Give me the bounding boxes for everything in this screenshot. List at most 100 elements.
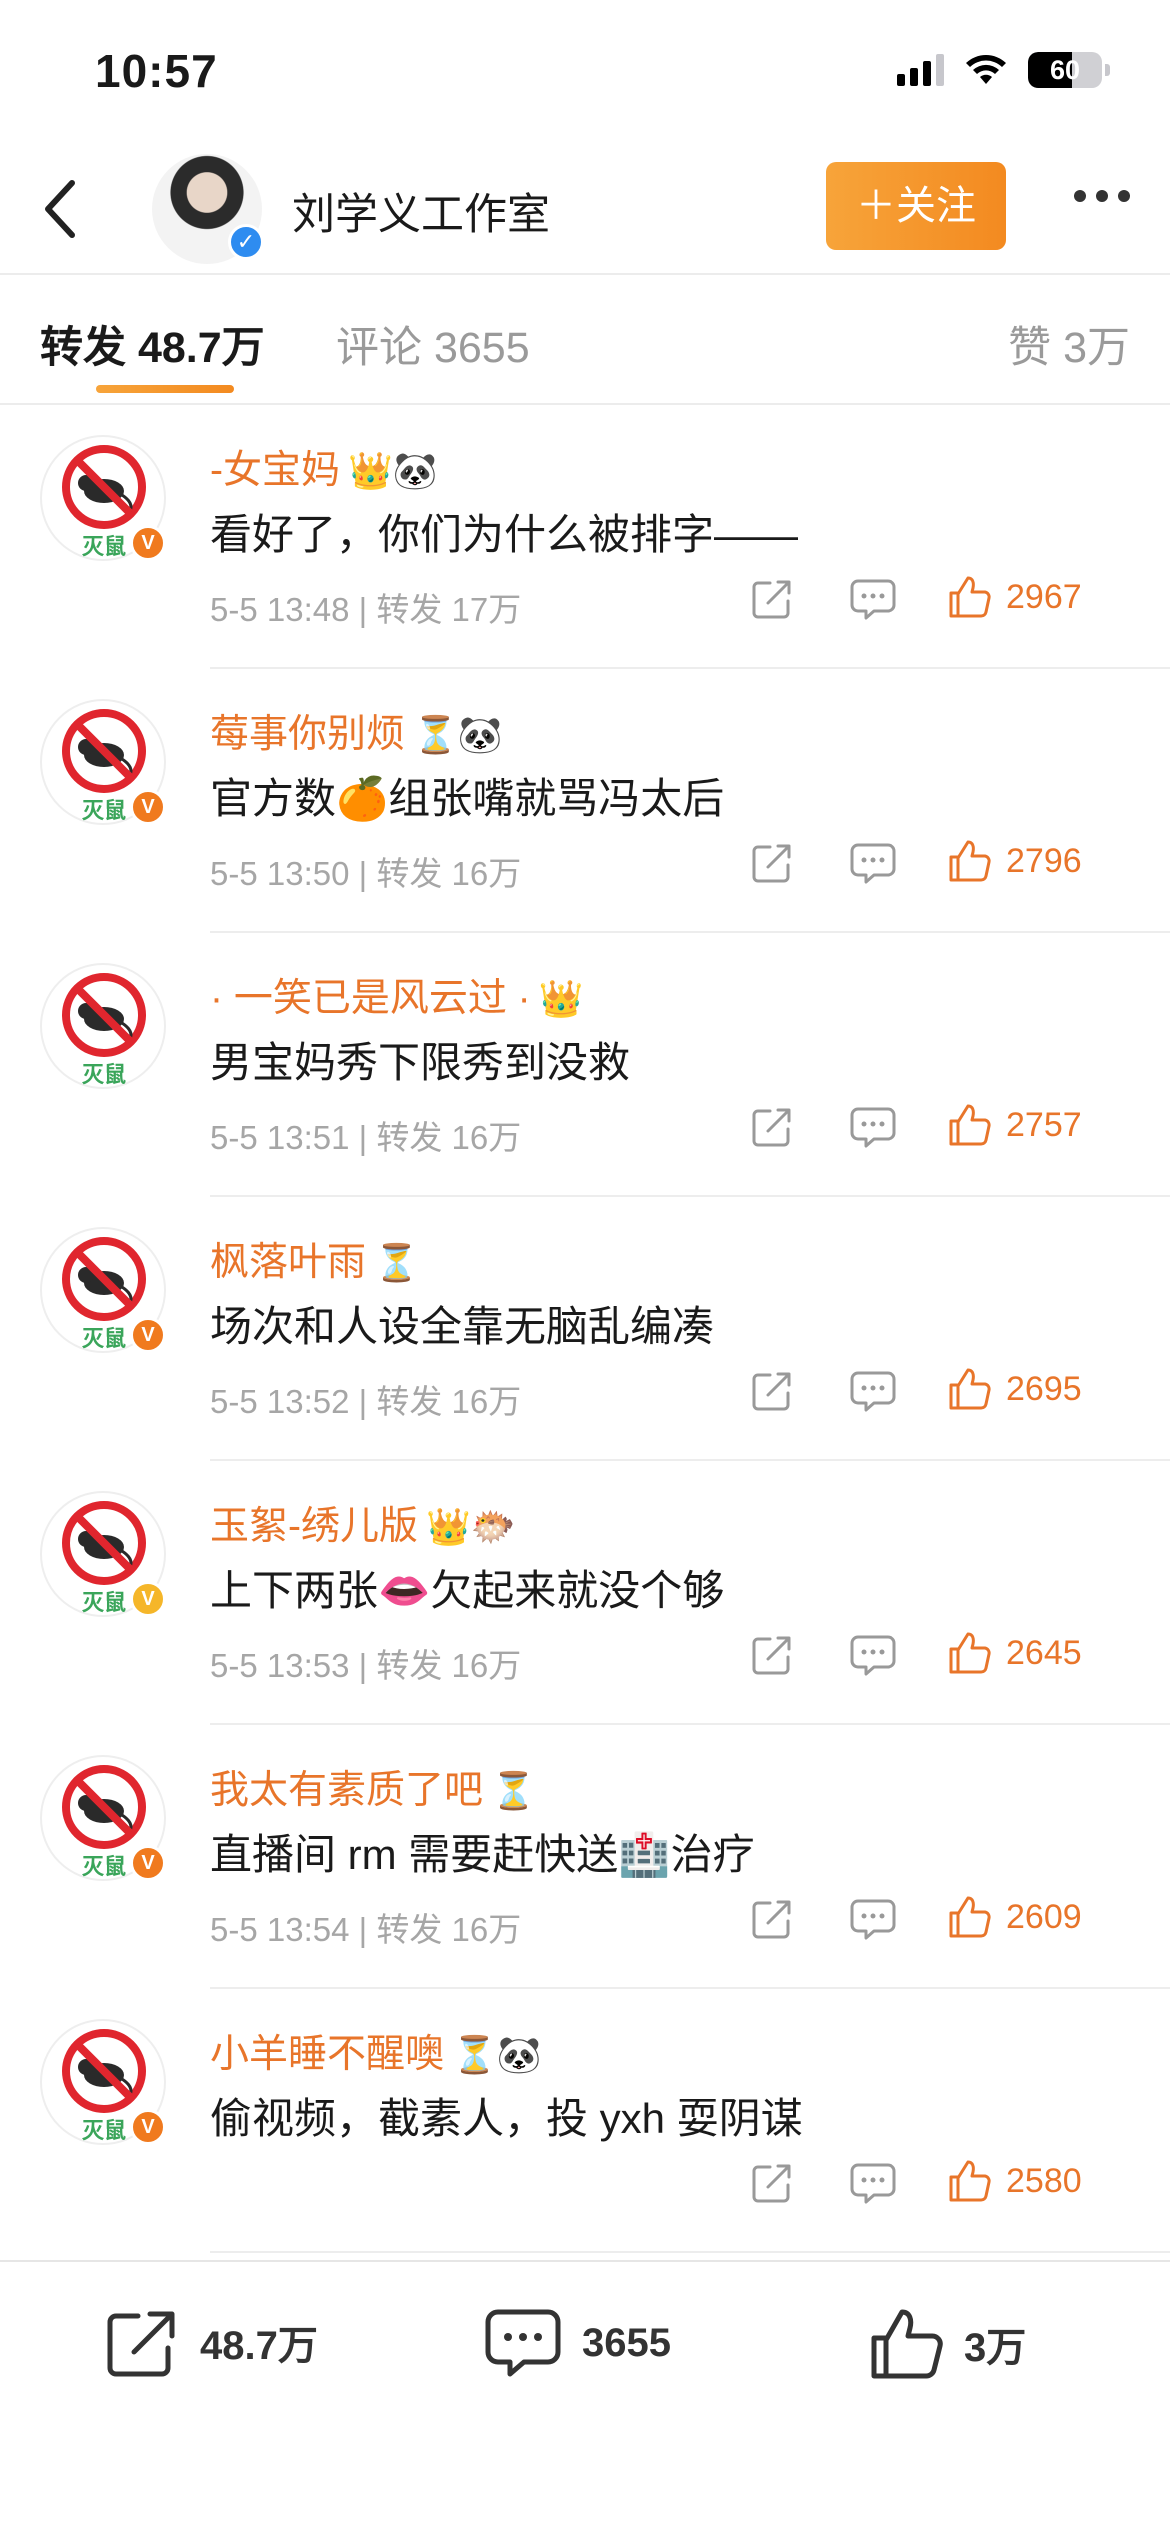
repost-meta: 5-5 13:52 | 转发 16万 [210,1375,521,1423]
user-badges: ⏳🐼 [413,714,503,755]
user-avatar[interactable]: 灭鼠 V [40,1227,166,1353]
comment-button[interactable] [850,2161,896,2210]
username[interactable]: 小羊睡不醒噢 ⏳🐼 [210,2023,542,2079]
user-avatar[interactable]: 灭鼠 [40,963,166,1089]
like-count: 2757 [1006,1105,1082,1144]
no-rat-icon [62,973,146,1057]
like-button[interactable]: 2609 [948,1895,1082,1939]
meta-separator: | [349,1911,377,1948]
thumbs-up-icon [949,1104,991,1146]
thumbs-up-icon [949,1896,991,1938]
thumbs-up-icon [949,576,991,618]
comment-icon [850,2163,896,2204]
like-button[interactable]: 2695 [948,1367,1082,1411]
user-avatar[interactable]: 灭鼠 V [40,1491,166,1617]
bottom-comment-button[interactable]: 3655 [484,2306,671,2380]
profile-avatar[interactable]: ✓ [152,154,264,264]
repost-text: 上下两张👄欠起来就没个够 [210,1567,725,1614]
status-bar: 10:57 60 [0,0,1170,150]
bottom-repost-button[interactable]: 48.7万 [104,2306,318,2378]
verified-badge-icon: V [130,1317,166,1353]
repost-text: 官方数🍊组张嘴就骂冯太后 [210,775,725,822]
username[interactable]: 玉絮-绣儿版 👑🐡 [210,1495,516,1551]
profile-name[interactable]: 刘学义工作室 [292,180,550,242]
comment-button[interactable] [850,841,896,890]
username-text: 莓事你别烦 [210,713,406,756]
user-avatar[interactable]: 灭鼠 V [40,1755,166,1881]
header: ✓ 刘学义工作室 ＋关注 [0,150,1170,275]
user-avatar[interactable]: 灭鼠 V [40,2019,166,2145]
repost-item[interactable]: 灭鼠 V 枫落叶雨 ⏳ 场次和人设全靠无脑乱编凑 5-5 13:52 | 转发 16万 26… [0,1197,1170,1461]
user-avatar[interactable]: 灭鼠 V [40,435,166,561]
verified-badge-icon: V [130,1845,166,1881]
follow-button[interactable]: ＋关注 [826,162,1006,250]
comment-button[interactable] [850,1897,896,1946]
comment-icon [850,1107,896,1148]
user-badges: ⏳ [374,1242,419,1283]
like-count: 2580 [1006,2161,1082,2200]
comment-button[interactable] [850,1369,896,1418]
bottom-action-bar: 48.7万 3655 3万 [0,2260,1170,2532]
verified-badge-icon: V [130,789,166,825]
share-button[interactable] [750,1897,794,1946]
comment-icon [850,843,896,884]
user-avatar[interactable]: 灭鼠 V [40,699,166,825]
repost-actions: 2609 [750,1895,1130,1945]
username[interactable]: 莓事你别烦 ⏳🐼 [210,703,503,759]
username[interactable]: · 一笑已是风云过 · 👑 [210,967,583,1023]
repost-actions: 2645 [750,1631,1130,1681]
like-count: 2796 [1006,841,1082,880]
username[interactable]: 我太有素质了吧 ⏳ [210,1759,536,1815]
more-options-icon[interactable] [1074,190,1130,202]
repost-meta: 5-5 13:53 | 转发 16万 [210,1639,521,1687]
username-text: 枫落叶雨 [210,1241,367,1284]
like-count: 2695 [1006,1369,1082,1408]
tab-comment[interactable]: 评论 3655 [336,313,530,375]
username[interactable]: -女宝妈 👑🐼 [210,439,438,495]
username[interactable]: 枫落叶雨 ⏳ [210,1231,419,1287]
verified-badge-icon: V [130,2109,166,2145]
cellular-signal-icon [897,54,944,86]
battery-tip [1105,64,1110,76]
like-button[interactable]: 2580 [948,2159,1082,2203]
like-button[interactable]: 2645 [948,1631,1082,1675]
tab-like[interactable]: 赞 3万 [1008,313,1130,375]
repost-item[interactable]: 灭鼠 V 玉絮-绣儿版 👑🐡 上下两张👄欠起来就没个够 5-5 13:53 | 转发 16… [0,1461,1170,1725]
divider [210,2251,1170,2253]
like-button[interactable]: 2757 [948,1103,1082,1147]
share-button[interactable] [750,1369,794,1418]
user-badges: 👑🐡 [426,1506,516,1547]
user-badges: 👑 [538,978,584,1019]
comment-button[interactable] [850,577,896,626]
repost-item[interactable]: 灭鼠 V 莓事你别烦 ⏳🐼 官方数🍊组张嘴就骂冯太后 5-5 13:50 | 转发 16万… [0,669,1170,933]
username-text: 小羊睡不醒噢 [210,2033,445,2076]
thumbs-up-icon [949,1632,991,1674]
back-button[interactable] [30,174,90,244]
repost-item[interactable]: 灭鼠 V -女宝妈 👑🐼 看好了，你们为什么被排字—— 5-5 13:48 | 转发 17… [0,405,1170,669]
share-button[interactable] [750,1105,794,1154]
repost-count: 转发 17万 [376,591,522,628]
tab-repost[interactable]: 转发 48.7万 [40,313,265,375]
bottom-like-button[interactable]: 3万 [868,2306,1026,2382]
share-button[interactable] [750,841,794,890]
comment-button[interactable] [850,1633,896,1682]
like-button[interactable]: 2796 [948,839,1082,883]
repost-item[interactable]: 灭鼠 V 我太有素质了吧 ⏳ 直播间 rm 需要赶快送🏥治疗 5-5 13:54 | 转发… [0,1725,1170,1989]
repost-item[interactable]: 灭鼠 · 一笑已是风云过 · 👑 男宝妈秀下限秀到没救 5-5 13:51 | 转发 1… [0,933,1170,1197]
status-time: 10:57 [95,45,218,97]
repost-item[interactable]: 灭鼠 V 小羊睡不醒噢 ⏳🐼 偷视频，截素人，投 yxh 耍阴谋 2580 [0,1989,1170,2253]
avatar-label: 灭鼠 [82,1326,127,1351]
share-button[interactable] [750,577,794,626]
comment-button[interactable] [850,1105,896,1154]
like-button[interactable]: 2967 [948,575,1082,619]
thumbs-up-icon [949,1368,991,1410]
share-icon [752,844,791,883]
repost-icon [107,2311,175,2377]
repost-actions: 2967 [750,575,1130,625]
share-button[interactable] [750,2161,794,2210]
avatar-label: 灭鼠 [82,2118,127,2143]
share-button[interactable] [750,1633,794,1682]
meta-separator: | [349,591,377,628]
username-text: 我太有素质了吧 [210,1769,484,1812]
no-rat-icon [62,709,146,793]
